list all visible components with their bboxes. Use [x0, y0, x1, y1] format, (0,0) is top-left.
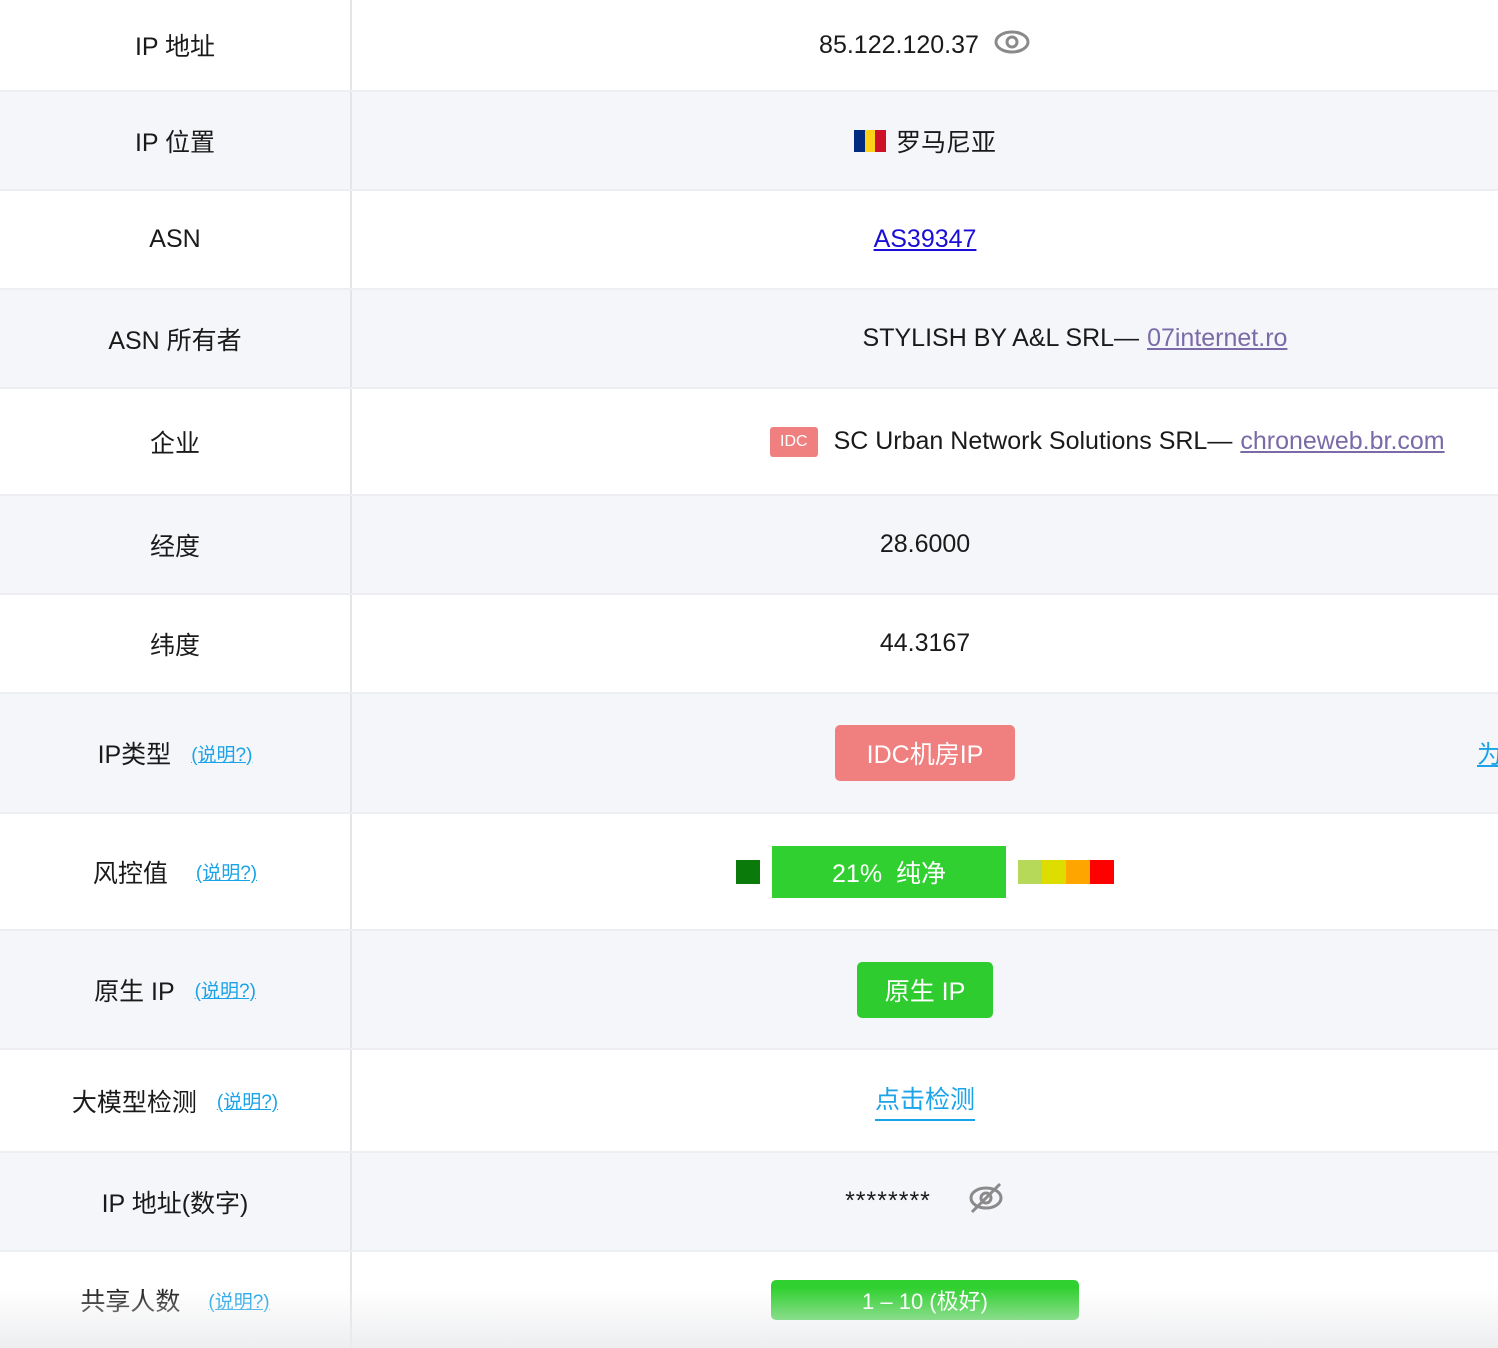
risk-scale-segment — [1018, 859, 1042, 884]
eye-off-icon[interactable] — [967, 1182, 1005, 1221]
risk-help-link[interactable]: (说明?) — [196, 858, 257, 885]
risk-meter: 21% 纯净 — [736, 845, 1114, 898]
value-ip-numeric: ******** — [352, 1153, 1498, 1250]
row-ip-address: IP 地址 85.122.120.37 — [0, 0, 1498, 92]
risk-scale-segment — [1066, 859, 1090, 884]
label-longitude: 经度 — [0, 496, 352, 593]
romania-flag-icon — [853, 129, 886, 152]
risk-scale-segment — [1090, 859, 1114, 884]
label-asn: ASN — [0, 191, 352, 288]
row-longitude: 经度 28.6000 — [0, 496, 1498, 595]
asn-owner-text: STYLISH BY A&L SRL— — [862, 324, 1140, 352]
value-ip-type: IDC机房IP 为 — [352, 694, 1498, 812]
row-ip-numeric: IP 地址(数字) ******** — [0, 1153, 1498, 1252]
label-shared-users: 共享人数 (说明?) — [0, 1252, 352, 1348]
label-native-ip: 原生 IP (说明?) — [0, 931, 352, 1048]
value-llm-detect: 点击检测 — [352, 1050, 1498, 1151]
value-native-ip: 原生 IP — [352, 931, 1498, 1048]
idc-tag: IDC — [770, 426, 818, 457]
location-text: 罗马尼亚 — [895, 128, 996, 157]
shared-users-bar: 1 – 10 (极好) — [771, 1280, 1079, 1320]
native-ip-badge: 原生 IP — [857, 961, 993, 1018]
ip-info-table: IP 地址 85.122.120.37 IP 位置 罗马尼亚 ASN AS393… — [0, 0, 1498, 1348]
row-latitude: 纬度 44.3167 — [0, 595, 1498, 694]
value-ip-address: 85.122.120.37 — [352, 0, 1498, 90]
row-asn: ASN AS39347 — [0, 191, 1498, 290]
ip-address-text: 85.122.120.37 — [819, 30, 979, 59]
label-ip-type: IP类型 (说明?) — [0, 694, 352, 812]
value-asn-owner: STYLISH BY A&L SRL— 07internet.ro — [352, 290, 1498, 387]
asn-owner-domain-link[interactable]: 07internet.ro — [1147, 324, 1287, 353]
risk-score-bar: 21% 纯净 — [772, 845, 1006, 898]
value-longitude: 28.6000 — [879, 530, 971, 558]
risk-low-square — [736, 859, 760, 884]
row-company: 企业 IDC SC Urban Network Solutions SRL— c… — [0, 389, 1498, 496]
masked-ip-text: ******** — [845, 1187, 931, 1215]
asn-link[interactable]: AS39347 — [874, 225, 977, 254]
label-risk-score: 风控值 (说明?) — [0, 814, 352, 929]
label-llm-detect: 大模型检测 (说明?) — [0, 1050, 352, 1151]
value-ip-location: 罗马尼亚 — [352, 92, 1498, 189]
value-latitude: 44.3167 — [879, 629, 971, 657]
row-native-ip: 原生 IP (说明?) 原生 IP — [0, 931, 1498, 1050]
label-ip-location: IP 位置 — [0, 92, 352, 189]
click-detect-link[interactable]: 点击检测 — [874, 1080, 975, 1121]
label-asn-owner: ASN 所有者 — [0, 290, 352, 387]
row-ip-location: IP 位置 罗马尼亚 — [0, 92, 1498, 191]
native-ip-help-link[interactable]: (说明?) — [195, 976, 256, 1003]
risk-scale — [1018, 859, 1114, 884]
label-ip-numeric: IP 地址(数字) — [0, 1153, 352, 1250]
label-company: 企业 — [0, 389, 352, 494]
label-ip-address: IP 地址 — [0, 0, 352, 90]
row-asn-owner: ASN 所有者 STYLISH BY A&L SRL— 07internet.r… — [0, 290, 1498, 389]
risk-scale-segment — [1042, 859, 1066, 884]
value-asn: AS39347 — [352, 191, 1498, 288]
company-domain-link[interactable]: chroneweb.br.com — [1240, 427, 1444, 456]
row-risk-score: 风控值 (说明?) 21% 纯净 — [0, 814, 1498, 931]
ip-type-edge-link[interactable]: 为 — [1477, 735, 1498, 771]
value-risk-score: 21% 纯净 — [352, 814, 1498, 929]
row-shared-users: 共享人数 (说明?) 1 – 10 (极好) — [0, 1252, 1498, 1348]
label-latitude: 纬度 — [0, 595, 352, 692]
ip-type-badge: IDC机房IP — [835, 725, 1015, 781]
value-company: IDC SC Urban Network Solutions SRL— chro… — [352, 389, 1498, 494]
llm-detect-help-link[interactable]: (说明?) — [217, 1087, 278, 1114]
eye-icon[interactable] — [993, 28, 1031, 63]
row-ip-type: IP类型 (说明?) IDC机房IP 为 — [0, 694, 1498, 814]
ip-type-help-link[interactable]: (说明?) — [191, 740, 252, 767]
shared-users-help-link[interactable]: (说明?) — [208, 1287, 269, 1314]
value-shared-users: 1 – 10 (极好) — [352, 1252, 1498, 1348]
company-text: SC Urban Network Solutions SRL— — [833, 427, 1233, 455]
row-llm-detect: 大模型检测 (说明?) 点击检测 — [0, 1050, 1498, 1153]
